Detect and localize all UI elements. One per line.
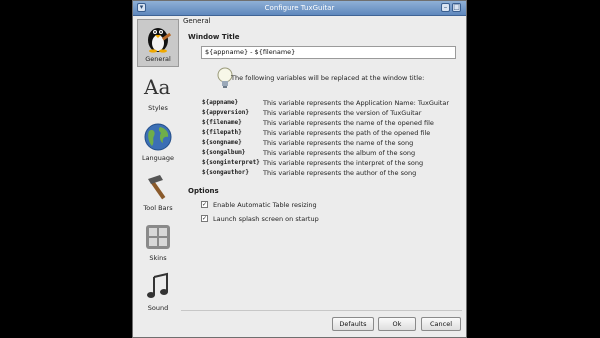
checkbox[interactable]: ✓ (201, 214, 208, 222)
variable-description: This variable represents the path of the… (263, 129, 431, 137)
maximize-icon[interactable]: □ (452, 3, 461, 12)
option-auto-table-resizing[interactable]: ✓ Enable Automatic Table resizing (201, 200, 317, 209)
sidebar-item-label: Skins (149, 254, 167, 262)
sidebar-item-label: Styles (148, 104, 168, 112)
sidebar-item-styles[interactable]: Aa Styles (137, 69, 179, 117)
tux-icon (148, 28, 172, 53)
title-bar[interactable]: ▾ Configure TuxGuitar – □ (133, 1, 466, 16)
variable-name: ${appname} (202, 99, 239, 106)
minimize-icon[interactable]: – (441, 3, 450, 12)
variable-name: ${songname} (202, 139, 242, 146)
variable-name: ${songinterpret} (202, 159, 260, 166)
variable-name: ${songalbum} (202, 149, 246, 156)
variable-description: This variable represents the interpret o… (263, 159, 424, 167)
variable-description: This variable represents the name of the… (263, 119, 434, 127)
window-title: Configure TuxGuitar (264, 4, 335, 12)
sidebar-item-general[interactable]: General (137, 19, 179, 67)
sidebar-item-label: General (145, 55, 171, 63)
variable-description: This variable represents the author of t… (263, 169, 417, 177)
sidebar-item-label: Language (141, 154, 175, 162)
defaults-button[interactable]: Defaults (332, 317, 374, 331)
variable-name: ${songauthor} (202, 169, 249, 176)
sidebar-item-sound[interactable]: Sound (137, 269, 179, 317)
variable-description: This variable represents the version of … (263, 109, 422, 117)
option-label: Enable Automatic Table resizing (213, 201, 317, 209)
general-group-label: General (183, 17, 211, 25)
music-note-icon (147, 272, 168, 298)
variables-intro-text: The following variables will be replaced… (231, 74, 425, 82)
variable-name: ${appversion} (202, 109, 249, 116)
options-label: Options (188, 187, 219, 195)
settings-sidebar: General Aa Styles Language Tool Bars Ski… (137, 19, 179, 319)
variable-name: ${filepath} (202, 129, 242, 136)
checkbox[interactable]: ✓ (201, 200, 208, 208)
hammer-icon (148, 175, 166, 200)
variable-description: This variable represents the album of th… (263, 149, 416, 157)
svg-text:Aa: Aa (143, 75, 170, 99)
window-menu-icon[interactable]: ▾ (137, 3, 146, 12)
sidebar-item-label: Sound (147, 304, 169, 312)
divider (181, 310, 462, 311)
configure-dialog: ▾ Configure TuxGuitar – □ General Aa Sty… (132, 0, 467, 338)
sidebar-item-label: Tool Bars (143, 204, 173, 212)
window-title-label: Window Title (188, 33, 240, 41)
variable-name: ${filename} (202, 119, 242, 126)
ok-button[interactable]: Ok (378, 317, 416, 331)
window-title-input[interactable]: ${appname} - ${filename} (201, 46, 456, 59)
variable-description: This variable represents the name of the… (263, 139, 414, 147)
cancel-button[interactable]: Cancel (421, 317, 461, 331)
sidebar-item-language[interactable]: Language (137, 119, 179, 167)
option-splash-screen[interactable]: ✓ Launch splash screen on startup (201, 214, 319, 223)
sidebar-item-skins[interactable]: Skins (137, 219, 179, 267)
globe-icon (144, 123, 172, 151)
option-label: Launch splash screen on startup (213, 215, 319, 223)
sidebar-item-tool-bars[interactable]: Tool Bars (137, 169, 179, 217)
variable-description: This variable represents the Application… (263, 99, 449, 107)
font-icon: Aa (143, 75, 170, 99)
skin-grid-icon (146, 225, 170, 249)
